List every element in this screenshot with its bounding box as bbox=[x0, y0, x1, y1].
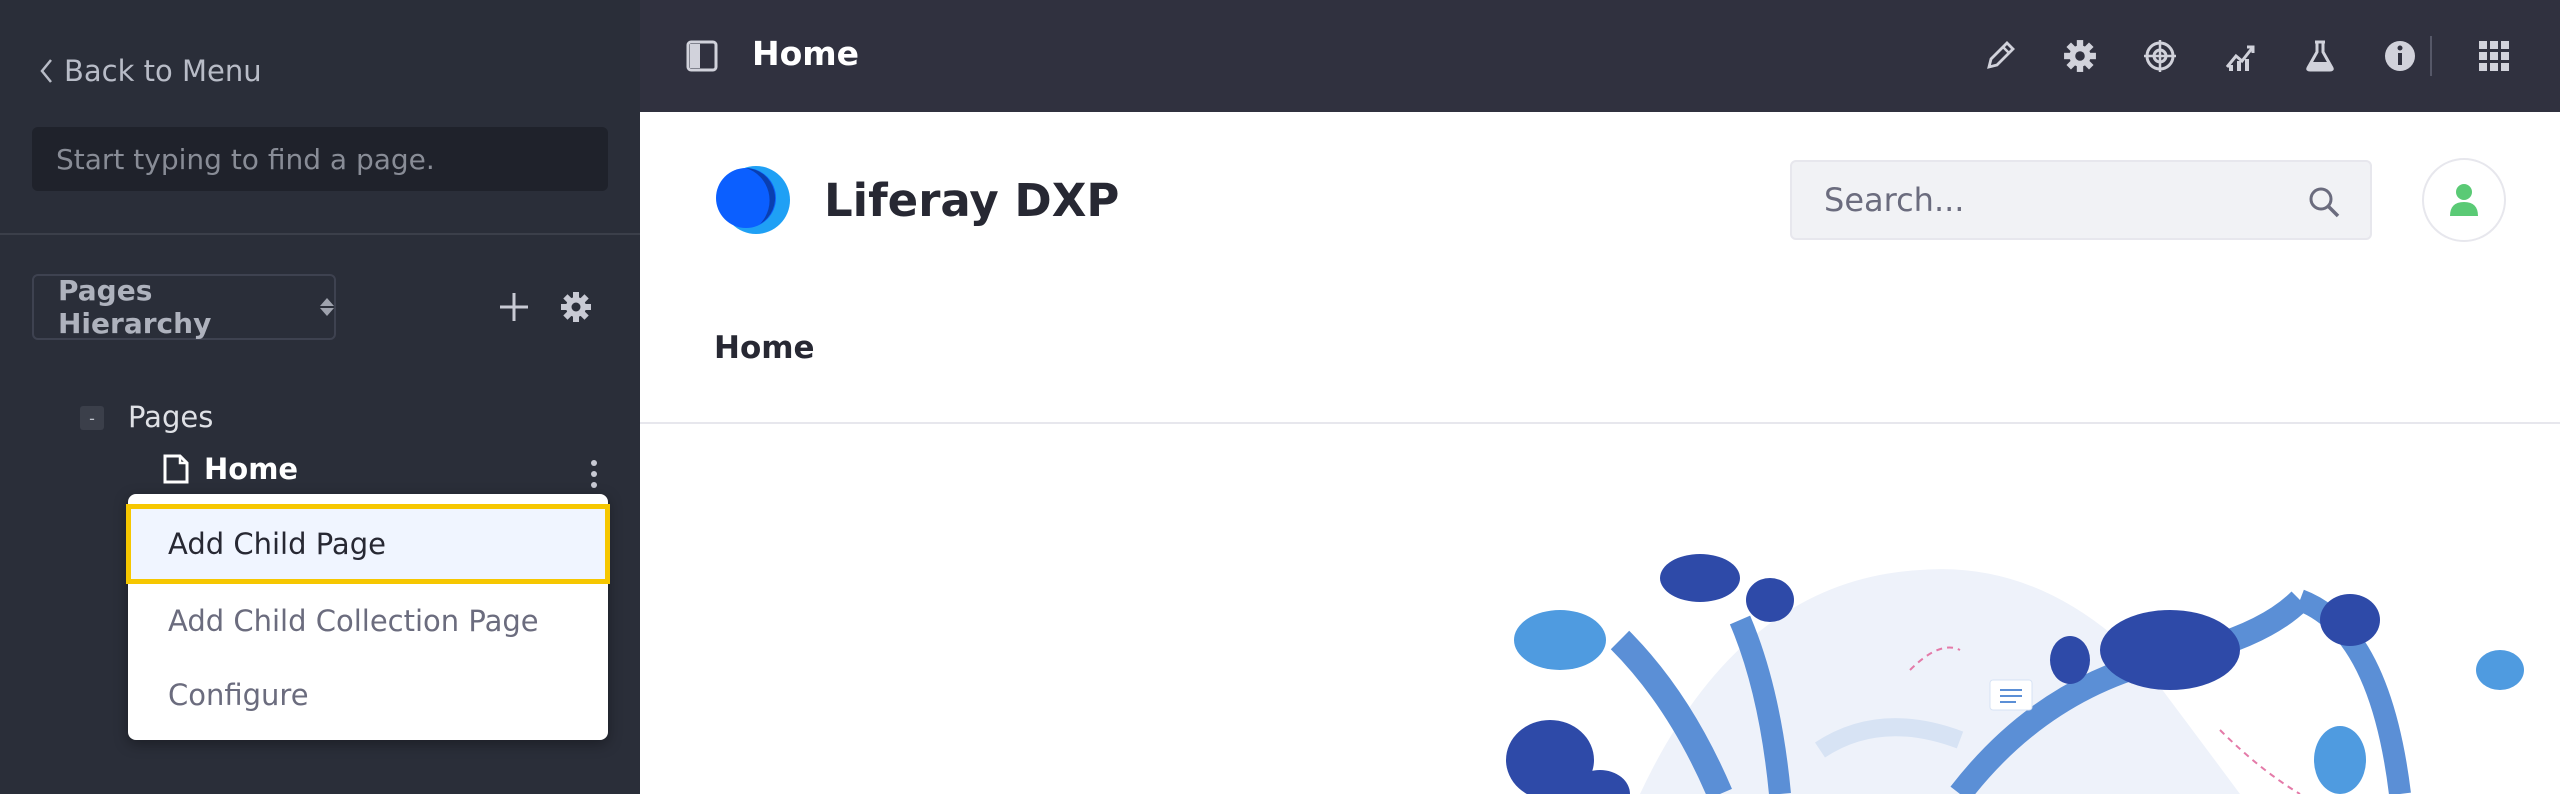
tree-item-home-label: Home bbox=[204, 452, 299, 486]
add-page-button[interactable] bbox=[494, 287, 534, 327]
configuration-button[interactable] bbox=[2060, 36, 2100, 76]
apps-grid-icon bbox=[2479, 41, 2509, 71]
tree-root-pages[interactable]: Pages bbox=[128, 400, 213, 434]
user-icon bbox=[2450, 184, 2478, 216]
page-tree-sidebar: Back to Menu Start typing to find a page… bbox=[0, 0, 640, 794]
tree-collapse-toggle[interactable]: - bbox=[80, 406, 104, 430]
edit-button[interactable] bbox=[1980, 36, 2020, 76]
site-name[interactable]: Liferay DXP bbox=[824, 174, 1119, 227]
gear-icon bbox=[561, 292, 591, 322]
tree-item-home[interactable]: Home bbox=[162, 452, 298, 486]
analytics-button[interactable] bbox=[2220, 36, 2260, 76]
page-actions-menu: Add Child Page Add Child Collection Page… bbox=[126, 494, 610, 740]
caret-double-icon bbox=[320, 298, 334, 316]
applications-menu-button[interactable] bbox=[2474, 36, 2514, 76]
site-nav-home[interactable]: Home bbox=[714, 330, 815, 366]
plus-icon bbox=[500, 293, 528, 321]
info-button[interactable] bbox=[2380, 36, 2420, 76]
sidebar-settings-button[interactable] bbox=[556, 287, 596, 327]
menu-item-label: Add Child Page bbox=[168, 527, 386, 561]
pages-hierarchy-label: Pages Hierarchy bbox=[58, 274, 212, 340]
page-search-input[interactable]: Start typing to find a page. bbox=[32, 127, 608, 191]
user-avatar-button[interactable] bbox=[2422, 158, 2506, 242]
site-header: Liferay DXP Search... Home bbox=[640, 112, 2560, 424]
control-menu: Home bbox=[640, 0, 2560, 112]
menu-item-add-child-page[interactable]: Add Child Page bbox=[126, 504, 610, 584]
menu-item-label: Configure bbox=[168, 678, 309, 712]
site-search-placeholder: Search... bbox=[1824, 181, 1965, 219]
page-search-placeholder: Start typing to find a page. bbox=[56, 142, 435, 176]
sidebar-toggle-icon bbox=[686, 40, 718, 72]
search-icon[interactable] bbox=[2306, 184, 2342, 220]
menu-item-add-child-collection-page[interactable]: Add Child Collection Page bbox=[128, 584, 608, 658]
menu-item-configure[interactable]: Configure bbox=[128, 658, 608, 732]
back-to-menu-link[interactable]: Back to Menu bbox=[34, 54, 262, 88]
page-icon bbox=[163, 454, 189, 484]
flask-icon bbox=[2306, 40, 2334, 72]
decorative-plant-illustration bbox=[1506, 554, 2524, 794]
pages-hierarchy-dropdown[interactable]: Pages Hierarchy bbox=[32, 274, 336, 340]
sidebar-divider bbox=[0, 233, 640, 235]
pencil-icon bbox=[1987, 41, 2015, 69]
gear-icon bbox=[2064, 40, 2096, 72]
topbar-separator bbox=[2430, 36, 2432, 76]
page-title: Home bbox=[752, 34, 860, 73]
liferay-logo-icon[interactable] bbox=[712, 162, 792, 242]
info-icon bbox=[2385, 41, 2415, 71]
menu-item-label: Add Child Collection Page bbox=[168, 604, 539, 638]
back-to-menu-label: Back to Menu bbox=[64, 54, 262, 88]
chevron-left-icon bbox=[40, 59, 52, 83]
segments-button[interactable] bbox=[2140, 36, 2180, 76]
target-icon bbox=[2144, 40, 2176, 72]
analytics-icon bbox=[2225, 45, 2255, 71]
home-options-kebab-button[interactable] bbox=[580, 456, 608, 492]
sidebar-toggle-button[interactable] bbox=[686, 40, 718, 76]
experiments-button[interactable] bbox=[2300, 36, 2340, 76]
site-search-input[interactable]: Search... bbox=[1790, 160, 2372, 240]
